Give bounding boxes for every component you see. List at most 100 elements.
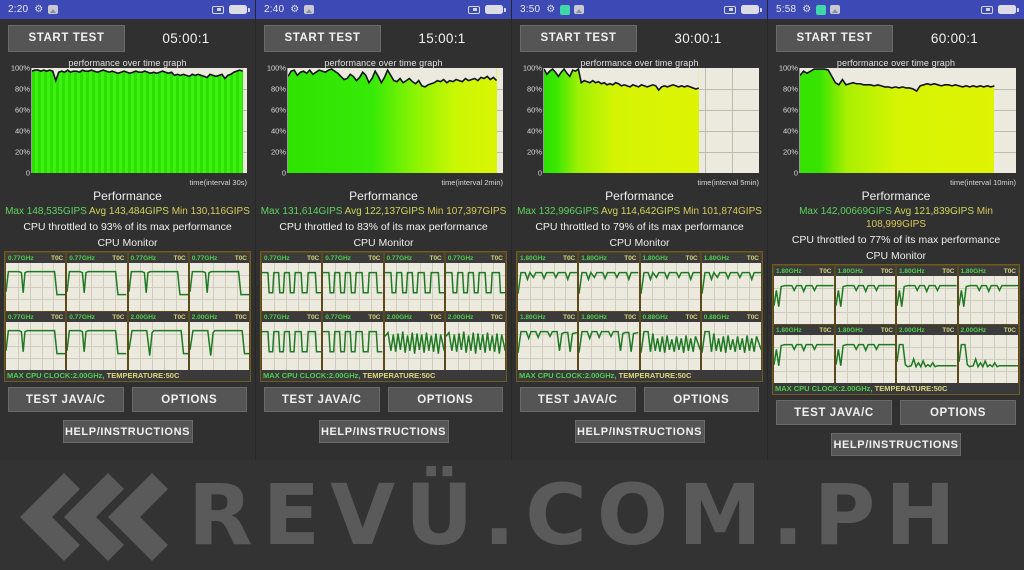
cpu-core-header: 2.00GHz T0C <box>897 325 957 335</box>
cpu-core-header: 0.77GHz T0C <box>323 312 383 322</box>
performance-summary: Performance Max 148,535GIPS Avg 143,484GI… <box>0 189 255 234</box>
status-bar: 5:58 ⚙ <box>768 0 1024 19</box>
cpu-core-5: 0.77GHz T0C <box>5 311 67 370</box>
cpu-core-trace <box>446 263 505 311</box>
options-button[interactable]: OPTIONS <box>387 387 503 412</box>
cpu-core-2: 1.80GHz T0C <box>834 265 896 324</box>
options-button[interactable]: OPTIONS <box>131 387 247 412</box>
cpu-status-line: MAX CPU CLOCK:2.00GHz, TEMPERATURE:50C <box>5 370 250 381</box>
test-java-c-button[interactable]: TEST JAVA/C <box>776 400 892 425</box>
cpu-core-plot <box>6 263 66 311</box>
cpu-core-1: 0.77GHz T0C <box>5 252 67 311</box>
options-button[interactable]: OPTIONS <box>900 400 1016 425</box>
cpu-core-frequency: 1.80GHz <box>837 326 864 334</box>
cpu-core-frequency: 1.80GHz <box>899 267 925 275</box>
photo-icon <box>48 5 59 14</box>
cpu-core-temperature: T0C <box>1003 267 1016 275</box>
performance-heading: Performance <box>93 189 162 203</box>
cpu-core-trace <box>774 276 834 324</box>
cpu-core-plot <box>835 335 895 383</box>
start-test-button[interactable]: START TEST <box>520 24 637 52</box>
cpu-core-frequency: 1.80GHz <box>776 267 802 275</box>
help-instructions-button[interactable]: HELP/INSTRUCTIONS <box>62 420 193 443</box>
cpu-core-header: 1.80GHz T0C <box>701 253 761 263</box>
status-bar-right-icons <box>724 5 762 14</box>
green-app-icon <box>816 4 827 15</box>
y-tick-label: 60% <box>270 105 286 115</box>
cpu-core-temperature: T0C <box>173 313 186 321</box>
help-instructions-button[interactable]: HELP/INSTRUCTIONS <box>574 420 705 443</box>
cpu-core-plot <box>6 322 66 370</box>
performance-summary: Performance Max 131,614GIPS Avg 122,137GI… <box>256 189 511 234</box>
cpu-status-line: MAX CPU CLOCK:2.00GHz, TEMPERATURE:50C <box>261 370 506 381</box>
cpu-core-header: 1.80GHz T0C <box>958 266 1018 276</box>
cpu-core-temperature: T0C <box>819 326 832 334</box>
cpu-core-plot <box>189 263 249 311</box>
cpu-max-clock-value: MAX CPU CLOCK:2.00GHz, <box>7 371 105 380</box>
cpu-core-4: 0.77GHz T0C <box>444 252 506 311</box>
top-toolbar: START TEST 05:00:1 <box>0 19 255 57</box>
cpu-core-frequency: 0.77GHz <box>8 254 34 262</box>
cpu-core-grid: 1.80GHz T0C 1.80GHz T0C 1.80GHz T0C 1.80GHz T0C… <box>773 265 1019 383</box>
cpu-core-frequency: 0.77GHz <box>264 313 290 321</box>
start-test-button[interactable]: START TEST <box>776 24 893 52</box>
y-tick-label: 0 <box>793 168 798 178</box>
cpu-core-frequency: 0.77GHz <box>447 254 474 262</box>
performance-max-value: Max 148,535GIPS <box>5 206 87 217</box>
test-timer-display: 60:00:1 <box>930 30 979 46</box>
y-tick-label: 0 <box>537 168 542 178</box>
performance-trace-line <box>800 68 1016 173</box>
performance-max-value: Max 142,00669GIPS <box>799 206 892 217</box>
chip-icon <box>212 5 224 14</box>
throttle-message: CPU throttled to 93% of its max performa… <box>23 221 232 233</box>
cpu-core-frequency: 1.80GHz <box>776 326 802 334</box>
performance-chart: performance over time graph 0 20% 40% 60% 80%… <box>0 57 255 187</box>
cpu-core-header: 1.80GHz T0C <box>518 312 578 322</box>
cpu-core-trace <box>190 263 249 311</box>
cpu-core-trace <box>67 263 126 311</box>
cpu-core-frequency: 0.77GHz <box>386 254 413 262</box>
cpu-core-frequency: 0.77GHz <box>325 313 351 321</box>
cpu-core-8: 2.00GHz T0C <box>188 311 250 370</box>
battery-icon <box>998 5 1019 14</box>
cpu-max-clock-value: MAX CPU CLOCK:2.00GHz, <box>775 384 873 393</box>
x-axis-time-label: time(interval 2min) <box>441 178 503 187</box>
cpu-core-frequency: 1.80GHz <box>581 254 607 262</box>
cpu-monitor-box: 0.77GHz T0C 0.77GHz T0C 0.77GHz T0C 0.77GHz T0C… <box>260 251 507 382</box>
performance-heading: Performance <box>605 189 674 203</box>
start-test-button[interactable]: START TEST <box>264 24 381 52</box>
cpu-core-header: 0.77GHz T0C <box>128 253 188 263</box>
cpu-core-trace <box>129 322 188 370</box>
cpu-core-header: 0.77GHz T0C <box>6 312 66 322</box>
cpu-core-temperature: T0C <box>624 313 637 321</box>
x-axis-time-label: time(interval 30s) <box>189 178 247 187</box>
help-instructions-button[interactable]: HELP/INSTRUCTIONS <box>831 433 961 456</box>
cpu-core-frequency: 1.80GHz <box>703 254 730 262</box>
test-java-c-button[interactable]: TEST JAVA/C <box>520 387 636 412</box>
chart-plot <box>544 68 759 173</box>
status-bar-clock: 2:40 <box>264 4 285 15</box>
cpu-core-2: 1.80GHz T0C <box>578 252 640 311</box>
performance-avg-value: Avg 143,484GIPS <box>89 206 169 217</box>
battery-icon <box>485 5 506 14</box>
cpu-core-trace <box>385 322 444 370</box>
cpu-core-temperature: T0C <box>1003 326 1016 334</box>
green-app-icon <box>560 4 571 15</box>
status-bar-icons: ⚙ <box>290 4 315 15</box>
cpu-core-plot <box>128 263 188 311</box>
battery-icon <box>229 5 250 14</box>
cpu-core-frequency: 2.00GHz <box>191 313 218 321</box>
help-instructions-button[interactable]: HELP/INSTRUCTIONS <box>318 420 449 443</box>
cpu-core-5: 0.77GHz T0C <box>261 311 323 370</box>
test-java-c-button[interactable]: TEST JAVA/C <box>264 387 380 412</box>
test-java-c-button[interactable]: TEST JAVA/C <box>8 387 124 412</box>
cpu-core-frequency: 0.77GHz <box>264 254 290 262</box>
test-timer-display: 05:00:1 <box>162 30 210 46</box>
cpu-core-grid: 0.77GHz T0C 0.77GHz T0C 0.77GHz T0C 0.77GHz T0C… <box>5 252 250 370</box>
options-button[interactable]: OPTIONS <box>643 387 759 412</box>
cpu-core-temperature: T0C <box>819 267 832 275</box>
cpu-core-plot <box>774 276 834 324</box>
cpu-core-temperature: T0C <box>746 254 759 262</box>
cpu-core-4: 0.77GHz T0C <box>188 252 250 311</box>
start-test-button[interactable]: START TEST <box>8 24 125 52</box>
